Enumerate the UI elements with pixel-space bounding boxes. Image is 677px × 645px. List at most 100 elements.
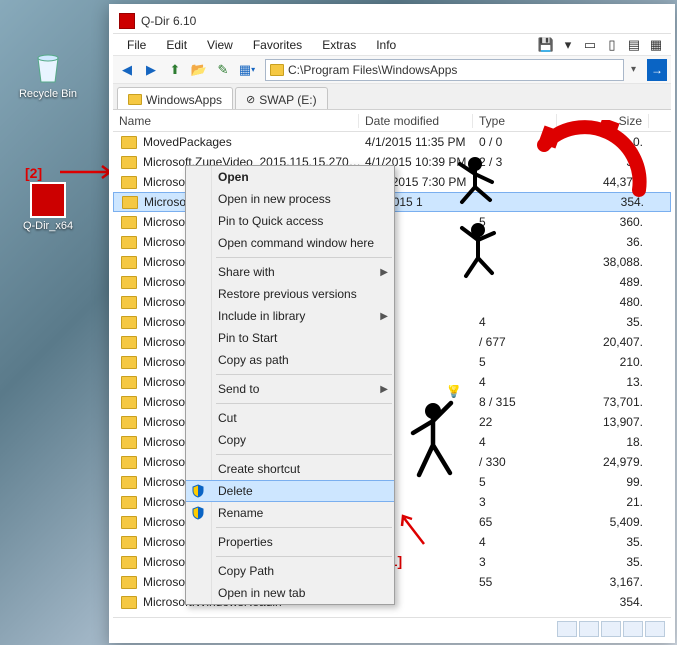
folder-icon xyxy=(121,416,137,429)
col-name[interactable]: Name xyxy=(113,114,359,128)
statusbar xyxy=(113,617,671,639)
ctx-copy-as-path[interactable]: Copy as path xyxy=(186,349,394,371)
back-icon[interactable]: ◀ xyxy=(117,60,137,80)
desktop-icon-label: Q-Dir_x64 xyxy=(18,220,78,232)
up-icon[interactable]: ⬆ xyxy=(165,60,185,80)
file-size: 36. xyxy=(563,235,655,249)
folder-icon xyxy=(121,376,137,389)
nav-icon[interactable]: ✎ xyxy=(213,60,233,80)
ctx-delete[interactable]: Delete xyxy=(186,480,394,502)
tab-windowsapps[interactable]: WindowsApps xyxy=(117,87,233,109)
layout-3-icon[interactable]: ▤ xyxy=(625,36,643,54)
desktop-qdir[interactable]: Q-Dir_x64 xyxy=(18,182,78,232)
tab-label: SWAP (E:) xyxy=(259,93,316,107)
folder-icon xyxy=(121,476,137,489)
ctx-share-with[interactable]: Share with▶ xyxy=(186,261,394,283)
folder-icon xyxy=(121,436,137,449)
folder-icon xyxy=(121,396,137,409)
file-size: 21. xyxy=(563,495,655,509)
forward-icon[interactable]: ▶ xyxy=(141,60,161,80)
grid-icon[interactable]: ▦▾ xyxy=(237,60,257,80)
menubar: File Edit View Favorites Extras Info 💾▾ … xyxy=(113,34,671,56)
folder-icon xyxy=(121,536,137,549)
ctx-copy[interactable]: Copy xyxy=(186,429,394,451)
column-headers: Name Date modified Type Size xyxy=(113,110,671,132)
drive-icon: ⊘ xyxy=(246,93,255,106)
menu-extras[interactable]: Extras xyxy=(312,36,366,54)
toolbar-icon[interactable]: ▾ xyxy=(559,36,577,54)
submenu-arrow-icon: ▶ xyxy=(380,384,388,395)
ctx-open[interactable]: Open xyxy=(186,166,394,188)
nav-icon[interactable]: 📂 xyxy=(189,60,209,80)
file-type: 5 xyxy=(479,215,563,229)
file-row[interactable]: MovedPackages4/1/2015 11:35 PM0 / 00. xyxy=(113,132,671,152)
ctx-send-to[interactable]: Send to▶ xyxy=(186,378,394,400)
file-type: 3 xyxy=(479,555,563,569)
ctx-open-new-process[interactable]: Open in new process xyxy=(186,188,394,210)
statusbar-btn[interactable] xyxy=(645,621,665,637)
file-size: 13. xyxy=(563,375,655,389)
menu-edit[interactable]: Edit xyxy=(156,36,197,54)
folder-icon xyxy=(121,256,137,269)
arrow-1-icon xyxy=(398,508,428,548)
ctx-pin-start[interactable]: Pin to Start xyxy=(186,327,394,349)
folder-icon xyxy=(121,236,137,249)
ctx-open-new-tab[interactable]: Open in new tab xyxy=(186,582,394,604)
file-size: 35. xyxy=(563,315,655,329)
layout-1-icon[interactable]: ▭ xyxy=(581,36,599,54)
file-type: / 330 xyxy=(479,455,563,469)
col-size[interactable]: Size xyxy=(557,114,649,128)
col-date[interactable]: Date modified xyxy=(359,114,473,128)
context-menu: Open Open in new process Pin to Quick ac… xyxy=(185,165,395,605)
menu-file[interactable]: File xyxy=(117,36,156,54)
save-icon[interactable]: 💾 xyxy=(537,36,555,54)
tab-swap[interactable]: ⊘ SWAP (E:) xyxy=(235,87,328,109)
address-dropdown-icon[interactable]: ▾ xyxy=(628,64,639,75)
menu-info[interactable]: Info xyxy=(366,36,406,54)
tab-label: WindowsApps xyxy=(146,93,222,107)
address-bar[interactable]: C:\Program Files\WindowsApps xyxy=(265,59,624,81)
ctx-pin-quick[interactable]: Pin to Quick access xyxy=(186,210,394,232)
file-size: 354. xyxy=(564,195,656,209)
ctx-cut[interactable]: Cut xyxy=(186,407,394,429)
statusbar-btn[interactable] xyxy=(623,621,643,637)
ctx-rename[interactable]: Rename xyxy=(186,502,394,524)
col-type[interactable]: Type xyxy=(473,114,557,128)
statusbar-btn[interactable] xyxy=(579,621,599,637)
go-button[interactable]: → xyxy=(647,59,667,81)
statusbar-btn[interactable] xyxy=(557,621,577,637)
file-type: 5 xyxy=(479,355,563,369)
ctx-restore-prev[interactable]: Restore previous versions xyxy=(186,283,394,305)
folder-icon xyxy=(121,516,137,529)
folder-icon xyxy=(121,216,137,229)
file-type: 4 xyxy=(479,435,563,449)
statusbar-btn[interactable] xyxy=(601,621,621,637)
titlebar[interactable]: Q-Dir 6.10 xyxy=(113,8,671,34)
ctx-open-cmd[interactable]: Open command window here xyxy=(186,232,394,254)
file-name: MovedPackages xyxy=(143,135,365,149)
menu-view[interactable]: View xyxy=(197,36,243,54)
folder-icon xyxy=(121,356,137,369)
ctx-properties[interactable]: Properties xyxy=(186,531,394,553)
folder-icon xyxy=(121,496,137,509)
shield-icon xyxy=(191,506,205,520)
address-path: C:\Program Files\WindowsApps xyxy=(288,63,457,77)
navbar: ◀ ▶ ⬆ 📂 ✎ ▦▾ C:\Program Files\WindowsApp… xyxy=(113,56,671,84)
file-type: 2 / 3 xyxy=(479,155,563,169)
file-size: 210. xyxy=(563,355,655,369)
ctx-include-lib[interactable]: Include in library▶ xyxy=(186,305,394,327)
ctx-copy-path[interactable]: Copy Path xyxy=(186,560,394,582)
layout-4-icon[interactable]: ▦ xyxy=(647,36,665,54)
file-type: 5 xyxy=(479,475,563,489)
desktop-recycle-bin[interactable]: Recycle Bin xyxy=(18,46,78,100)
folder-icon xyxy=(128,94,142,105)
file-size: 20,407. xyxy=(563,335,655,349)
ctx-create-shortcut[interactable]: Create shortcut xyxy=(186,458,394,480)
menu-favorites[interactable]: Favorites xyxy=(243,36,312,54)
file-size: 30. xyxy=(563,155,655,169)
folder-icon xyxy=(121,156,137,169)
layout-2-icon[interactable]: ▯ xyxy=(603,36,621,54)
file-type: 4 xyxy=(479,315,563,329)
shield-icon xyxy=(191,484,205,498)
folder-icon xyxy=(121,136,137,149)
